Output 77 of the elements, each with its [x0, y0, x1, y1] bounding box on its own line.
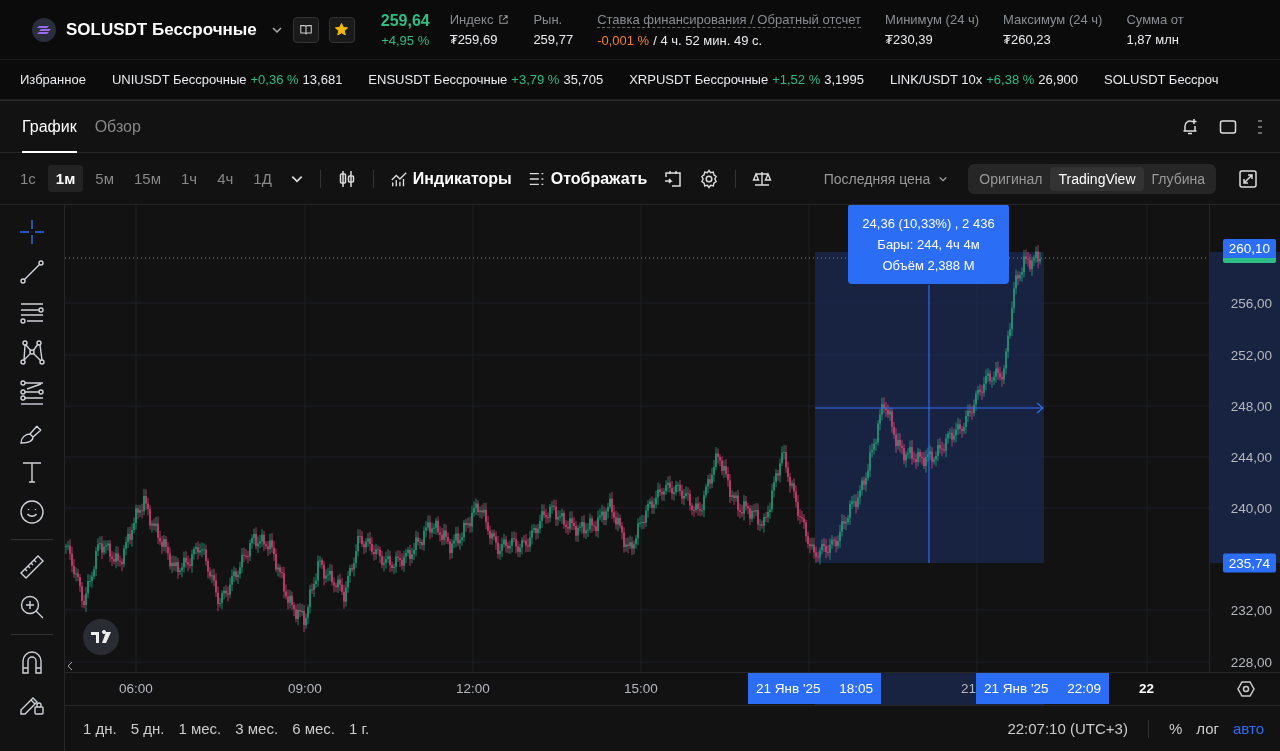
ticker-change: +1,52 % [772, 72, 821, 87]
price-label: 235,74 [1222, 553, 1276, 573]
ticker-symbol[interactable]: UNIUSDT Бессрочные [111, 72, 247, 87]
stat-label: Максимум (24 ч) [1003, 11, 1103, 27]
date-label: 21 Янв '25 [984, 681, 1049, 696]
ticker-symbol[interactable]: XRPUSDT Бессрочные [629, 72, 769, 87]
date-label: 21 Янв '25 [756, 681, 821, 696]
price-label: 260,10 [1222, 239, 1276, 263]
interval-button[interactable]: 5м [87, 165, 122, 192]
time-label: 21 [961, 681, 977, 696]
chart-tab[interactable]: График [22, 100, 77, 153]
stat-label: Рын. [533, 11, 563, 27]
chart-tab[interactable]: Обзор [94, 100, 141, 153]
price-label: 232,00 [1230, 602, 1272, 618]
time-label: 22:09 [1067, 681, 1101, 696]
countdown-value: / 4 ч. 52 мин. 49 с. [653, 32, 763, 48]
ticker-symbol[interactable]: ENSUSDT Бессрочные [368, 72, 508, 87]
ticker-price: 3,1995 [824, 72, 864, 87]
stat-value: -0,001 % [597, 32, 650, 48]
stat-value: 1,87 млн [1126, 31, 1180, 47]
ticker-change: +0,36 % [250, 72, 299, 87]
time-label: 22 [1139, 681, 1155, 696]
stat-label: Сумма от [1126, 11, 1184, 27]
price-label: 256,00 [1230, 295, 1272, 311]
range-button[interactable]: 3 мес. [235, 720, 279, 737]
ticker-price: 13,681 [302, 72, 343, 87]
ticker-change: +6,38 % [986, 72, 1035, 87]
interval-button[interactable]: 1Д [245, 165, 280, 192]
ticker-symbol[interactable]: SOLUSDT Бессроч [1104, 72, 1219, 87]
view-option[interactable]: TradingView [1050, 166, 1144, 191]
time-label: 09:00 [288, 681, 322, 696]
scale-option[interactable]: лог [1196, 720, 1219, 737]
last-price: 259,64 [380, 11, 430, 30]
stat-label: Индекс [449, 11, 494, 27]
stat-value: ₮259,69 [449, 31, 498, 47]
symbol-title[interactable]: SOLUSDT Бессрочные [66, 19, 257, 40]
ticker-price: 26,900 [1038, 72, 1079, 87]
price-label: 244,00 [1230, 449, 1272, 465]
measure-text: Бары: 244, 4ч 4м [877, 236, 980, 252]
scale-option[interactable]: % [1168, 720, 1183, 737]
clock-text: 22:07:10 (UTC+3) [1007, 720, 1128, 737]
time-label: 06:00 [119, 681, 153, 696]
view-option[interactable]: Глубина [1143, 166, 1213, 191]
measure-text: Объём 2,388 M [882, 257, 975, 273]
range-button[interactable]: 1 мес. [178, 720, 222, 737]
price-change: +4,95 % [381, 32, 430, 48]
price-label: 228,00 [1230, 654, 1272, 670]
ticker-price: 35,705 [563, 72, 604, 87]
interval-button[interactable]: 4ч [209, 165, 242, 192]
interval-button[interactable]: 1м [47, 165, 84, 192]
range-button[interactable]: 1 г. [348, 720, 370, 737]
time-label: 12:00 [456, 681, 490, 696]
view-option[interactable]: Оригинал [971, 166, 1051, 191]
scale-option[interactable]: авто [1232, 720, 1264, 737]
time-label: 18:05 [839, 681, 873, 696]
stat-value: ₮260,23 [1003, 31, 1051, 47]
time-label: 15:00 [624, 681, 658, 696]
price-label: 240,00 [1230, 500, 1272, 516]
price-label: 252,00 [1230, 347, 1272, 363]
price-label: 248,00 [1230, 398, 1272, 414]
price-source-dropdown[interactable]: Последняя цена [817, 169, 955, 188]
stat-label: Минимум (24 ч) [885, 11, 980, 27]
range-button[interactable]: 6 мес. [292, 720, 335, 737]
display-button[interactable]: Отображать [521, 169, 654, 188]
stat-label: Ставка финансирования / Обратный отсчет [597, 11, 862, 28]
range-button[interactable]: 5 дн. [130, 720, 165, 737]
interval-button[interactable]: 1ч [172, 165, 206, 192]
stat-value: 259,77 [533, 31, 574, 47]
favorites-label[interactable]: Избранное [20, 72, 86, 87]
ticker-symbol[interactable]: LINK/USDT 10x [890, 72, 983, 87]
ticker-change: +3,79 % [511, 72, 560, 87]
measure-text: 24,36 (10,33%) , 2 436 [862, 215, 995, 231]
indicators-button[interactable]: Индикаторы [383, 169, 518, 188]
range-button[interactable]: 1 дн. [83, 720, 117, 737]
interval-button[interactable]: 1с [12, 165, 44, 192]
interval-button[interactable]: 15м [125, 165, 169, 192]
stat-value: ₮230,39 [885, 31, 933, 47]
